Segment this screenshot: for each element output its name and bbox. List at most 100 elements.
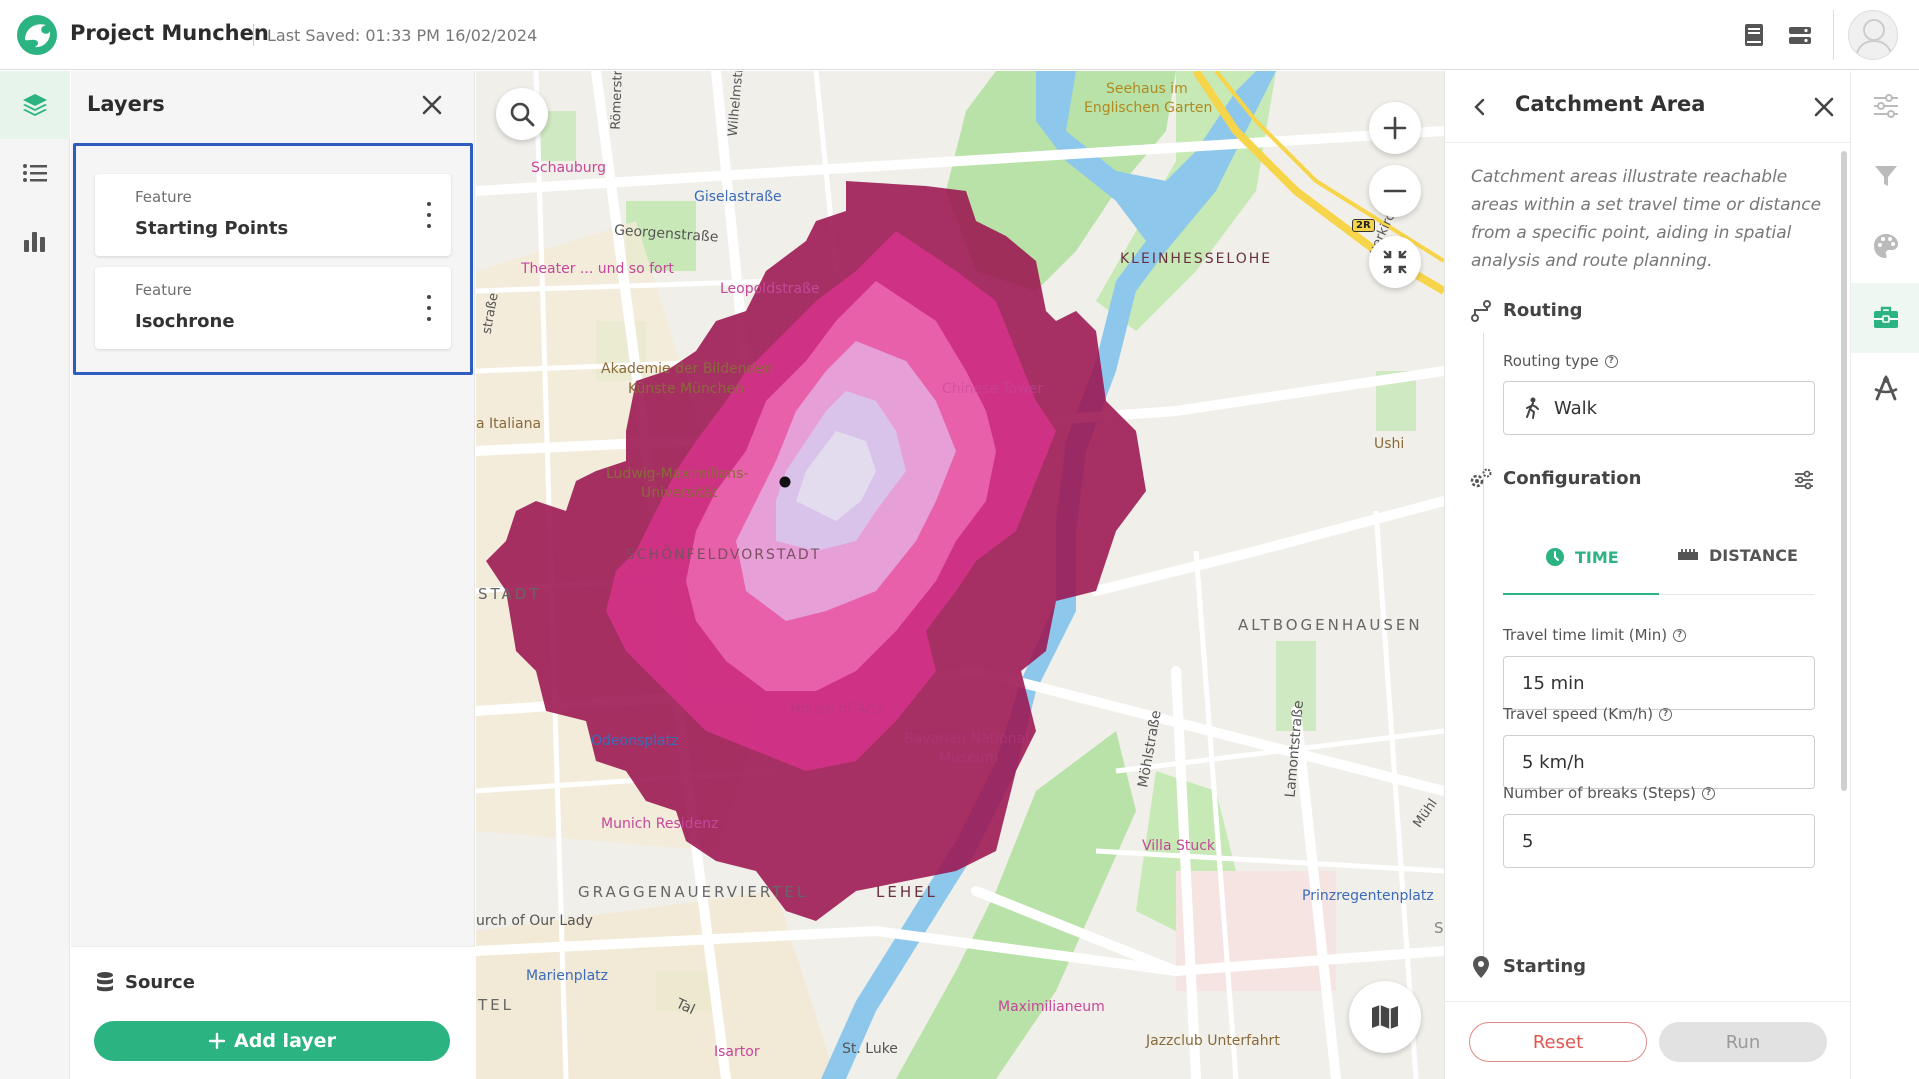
toolbox-icon xyxy=(1873,306,1898,328)
map-canvas[interactable]: Schauburg Giselastraße Georgenstraße Leo… xyxy=(476,71,1444,1079)
layers-icon xyxy=(23,94,47,116)
filter-button[interactable] xyxy=(1851,141,1919,211)
documentation-book-icon[interactable] xyxy=(1741,22,1767,48)
header-divider xyxy=(253,24,254,46)
map-label: KLEINHESSELOHE xyxy=(1120,251,1273,267)
layer-item-starting-points[interactable]: Feature Starting Points xyxy=(95,174,451,256)
map-label: Römerstr. xyxy=(608,71,626,131)
right-toolbar xyxy=(1850,71,1919,1079)
map-label: House of Arts xyxy=(790,701,885,717)
travel-speed-input[interactable]: 5 km/h xyxy=(1503,735,1815,789)
more-options-icon[interactable] xyxy=(425,295,433,321)
walking-person-icon xyxy=(1526,397,1539,419)
left-toolbar xyxy=(0,71,70,1079)
fullscreen-exit-icon xyxy=(1383,250,1407,274)
help-icon[interactable]: ? xyxy=(1701,786,1715,800)
layer-item-isochrone[interactable]: Feature Isochrone xyxy=(95,267,451,349)
user-avatar-icon xyxy=(1855,19,1893,58)
map-label: Maximilianeum xyxy=(998,999,1105,1015)
tab-time[interactable]: TIME xyxy=(1545,539,1619,575)
bar-chart-icon xyxy=(24,232,45,252)
close-icon[interactable] xyxy=(1811,94,1837,120)
location-pin-icon xyxy=(1473,956,1489,978)
map-label: Jazzclub Unterfahrt xyxy=(1146,1033,1280,1049)
layers-panel: Layers Feature Starting Points Feature I… xyxy=(71,71,475,1079)
basemap-icon xyxy=(1372,1005,1398,1029)
tab-distance[interactable]: DISTANCE xyxy=(1677,537,1798,573)
map-label: Odeonsplatz xyxy=(591,733,679,749)
travel-speed-label-text: Travel speed (Km/h) xyxy=(1503,705,1654,723)
zoom-in-button[interactable] xyxy=(1369,102,1421,154)
configuration-section-title: Configuration xyxy=(1503,468,1642,489)
close-icon[interactable] xyxy=(419,92,445,118)
map-label: STADT xyxy=(478,585,542,603)
map-label: Schauburg xyxy=(531,160,607,176)
number-of-breaks-input[interactable]: 5 xyxy=(1503,814,1815,868)
add-layer-button[interactable]: Add layer xyxy=(94,1021,450,1061)
tab-distance-label: DISTANCE xyxy=(1709,545,1798,565)
zoom-in-icon xyxy=(1383,116,1407,140)
number-of-breaks-label-text: Number of breaks (Steps) xyxy=(1503,784,1696,802)
legend-tab-button[interactable] xyxy=(0,139,70,207)
routing-type-label: Routing type ? xyxy=(1503,352,1618,370)
map-label: GRAGGENAUERVIERTEL xyxy=(578,883,809,901)
map-label: Seehaus im xyxy=(1106,81,1188,97)
source-button[interactable]: Source xyxy=(95,971,195,993)
user-avatar[interactable] xyxy=(1848,10,1898,60)
layers-panel-header: Layers xyxy=(71,71,475,139)
routing-type-label-text: Routing type xyxy=(1503,352,1599,370)
basemap-switch-button[interactable] xyxy=(1349,981,1421,1053)
charts-tab-button[interactable] xyxy=(0,207,70,275)
travel-speed-value: 5 km/h xyxy=(1522,751,1585,773)
travel-time-label: Travel time limit (Min) ? xyxy=(1503,626,1687,644)
routing-type-select[interactable]: Walk xyxy=(1503,381,1815,435)
map-label: Englischen Garten xyxy=(1084,100,1213,116)
catchment-description: Catchment areas illustrate reachable are… xyxy=(1471,167,1822,271)
more-options-icon[interactable] xyxy=(425,202,433,228)
number-of-breaks-value: 5 xyxy=(1522,830,1534,852)
help-icon[interactable]: ? xyxy=(1673,628,1687,642)
layer-properties-button[interactable] xyxy=(1851,71,1919,141)
scenario-tools-icon xyxy=(1873,375,1898,401)
map-label: Akademie der Bildenden xyxy=(601,361,773,377)
map-label: Künste München xyxy=(628,381,744,397)
project-title: Project Munchen xyxy=(70,21,269,45)
map-label: a Italiana xyxy=(476,416,542,432)
road-badge: 2R xyxy=(1352,219,1375,232)
back-chevron-icon[interactable] xyxy=(1469,96,1491,118)
search-icon xyxy=(510,102,535,127)
catchment-actions: Reset Run xyxy=(1445,1001,1851,1079)
active-tab-indicator xyxy=(1503,593,1659,595)
layer-name: Starting Points xyxy=(135,218,289,239)
style-button[interactable] xyxy=(1851,211,1919,281)
header-separator xyxy=(1833,10,1834,60)
map-label: LEHEL xyxy=(876,883,938,901)
palette-icon xyxy=(1873,234,1898,258)
fullscreen-toggle-button[interactable] xyxy=(1369,236,1421,288)
app-logo-icon[interactable] xyxy=(16,14,58,56)
layer-type-label: Feature xyxy=(135,188,192,206)
layer-name: Isochrone xyxy=(135,311,235,332)
reset-button[interactable]: Reset xyxy=(1469,1022,1647,1062)
map-label: urch of Our Lady xyxy=(476,913,593,929)
run-button[interactable]: Run xyxy=(1659,1022,1827,1062)
toolbox-button[interactable] xyxy=(1851,283,1919,353)
scenario-button[interactable] xyxy=(1851,353,1919,423)
layers-tab-button[interactable] xyxy=(0,71,70,139)
zoom-out-button[interactable] xyxy=(1369,165,1421,217)
travel-time-input[interactable]: 15 min xyxy=(1503,656,1815,710)
starting-section-title: Starting xyxy=(1503,956,1587,977)
panel-scrollbar[interactable] xyxy=(1841,151,1847,791)
travel-time-value: 15 min xyxy=(1522,672,1585,694)
ruler-icon xyxy=(1678,549,1698,560)
properties-sliders-icon xyxy=(1873,94,1898,118)
help-icon[interactable]: ? xyxy=(1604,354,1618,368)
plus-icon xyxy=(208,1032,226,1050)
project-settings-icon[interactable] xyxy=(1787,22,1813,48)
catchment-area-panel: Catchment Area Catchment areas illustrat… xyxy=(1444,71,1851,1079)
database-icon xyxy=(97,972,113,992)
help-icon[interactable]: ? xyxy=(1659,707,1673,721)
map-search-button[interactable] xyxy=(496,88,548,140)
advanced-settings-sliders-icon[interactable] xyxy=(1793,470,1815,490)
last-saved-text: Last Saved: 01:33 PM 16/02/2024 xyxy=(267,26,538,45)
